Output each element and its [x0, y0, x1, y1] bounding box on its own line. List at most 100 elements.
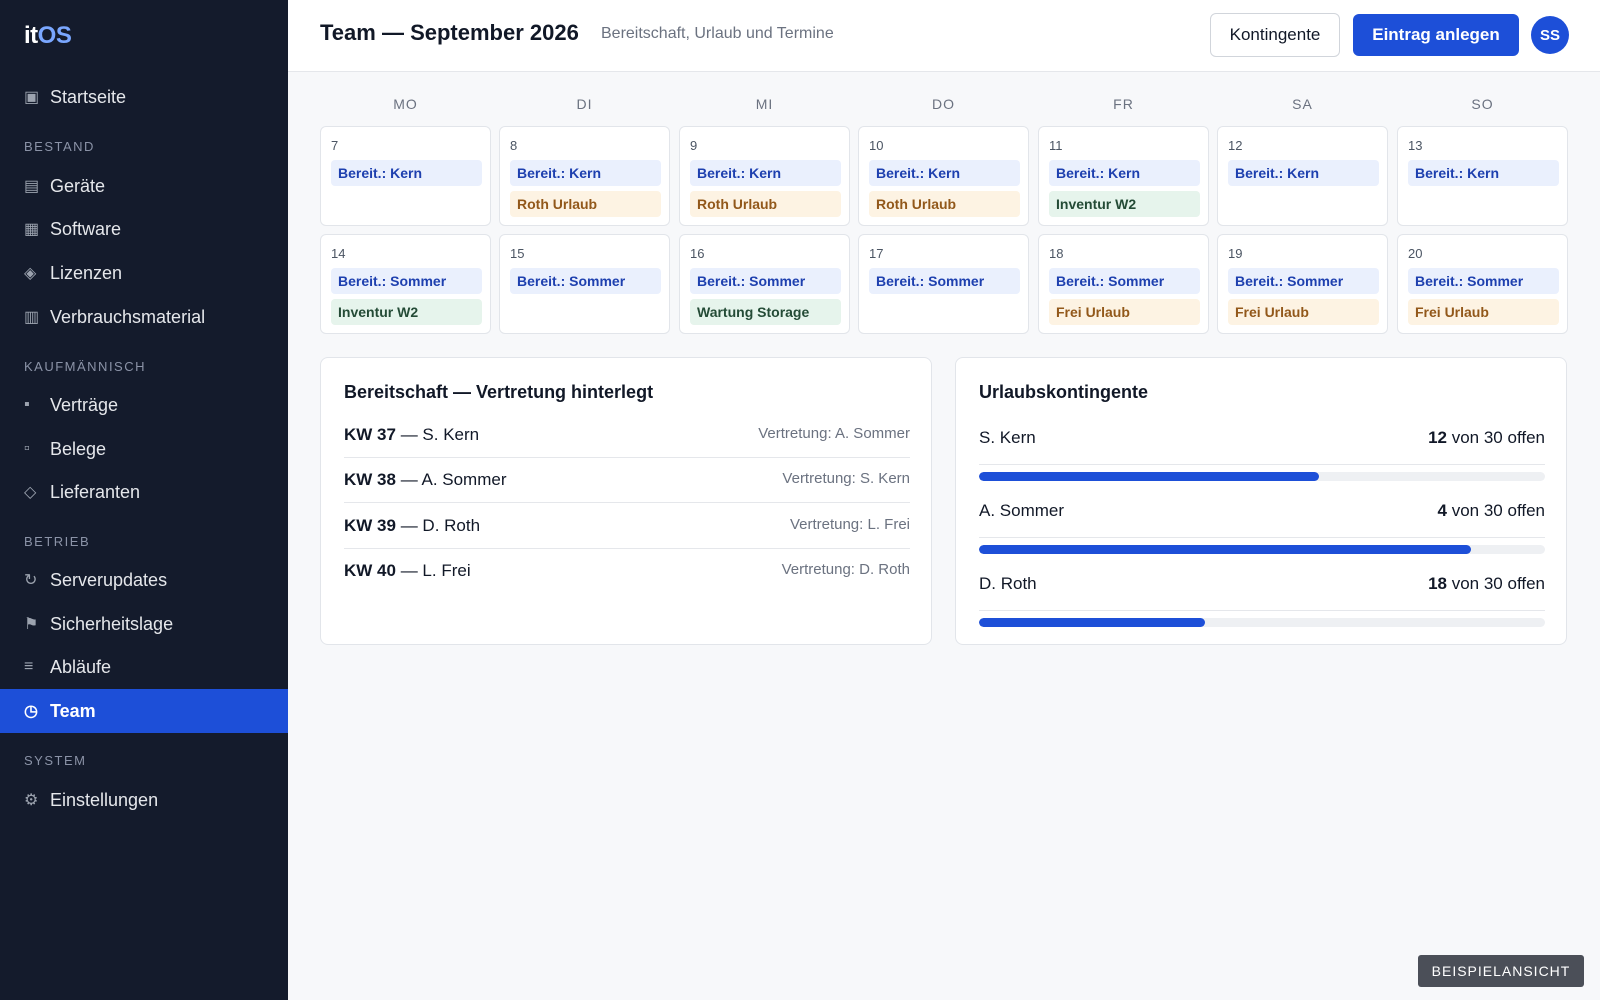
quota-progress-bar: [979, 618, 1545, 627]
calendar-day[interactable]: 18 Bereit.: Sommer Frei Urlaub: [1038, 234, 1209, 334]
calendar-event[interactable]: Inventur W2: [1049, 191, 1200, 217]
calendar-event[interactable]: Frei Urlaub: [1049, 299, 1200, 325]
supplier-icon: ◇: [24, 484, 37, 501]
oncall-replacement: Vertretung: A. Sommer: [758, 425, 910, 442]
sidebar-item-label: Verbrauchsmaterial: [50, 306, 206, 327]
day-number: 7: [331, 138, 339, 153]
calendar-event[interactable]: Bereit.: Kern: [1049, 160, 1200, 186]
oncall-week: KW 40 — L. Frei: [344, 561, 471, 580]
vacation-quota-card: Urlaubskontingente S. Kern 12 von 30 off…: [955, 357, 1567, 645]
calendar-event[interactable]: Bereit.: Sommer: [869, 268, 1020, 294]
oncall-replacement: Vertretung: L. Frei: [789, 516, 910, 533]
weekday-label: SA: [1292, 96, 1313, 112]
calendar-event[interactable]: Bereit.: Kern: [331, 160, 482, 186]
sidebar-item-geraete[interactable]: ▤ Geräte: [0, 164, 288, 208]
sidebar-item-sicherheitslage[interactable]: ⚑ Sicherheitslage: [0, 602, 288, 646]
clock-icon: ◷: [24, 703, 38, 720]
calendar-day[interactable]: 10 Bereit.: Kern Roth Urlaub: [858, 126, 1029, 226]
calendar-day[interactable]: 16 Bereit.: Sommer Wartung Storage: [679, 234, 850, 334]
sidebar-item-label: Serverupdates: [50, 569, 168, 590]
receipt-icon: ▫: [24, 440, 30, 457]
app-logo[interactable]: itOS: [24, 22, 72, 50]
calendar-day[interactable]: 14 Bereit.: Sommer Inventur W2: [320, 234, 491, 334]
calendar-event[interactable]: Bereit.: Kern: [869, 160, 1020, 186]
day-number: 10: [869, 138, 884, 153]
calendar-event[interactable]: Frei Urlaub: [1408, 299, 1559, 325]
sidebar: itOS ▣ Startseite BESTAND ▤ Geräte ▦ Sof…: [0, 0, 288, 1000]
sidebar-item-label: Lieferanten: [50, 481, 141, 502]
divider: [979, 464, 1545, 465]
sidebar-item-label: Einstellungen: [50, 789, 159, 810]
gear-icon: ⚙: [24, 792, 39, 809]
sidebar-item-lizenzen[interactable]: ◈ Lizenzen: [0, 251, 288, 295]
calendar-day[interactable]: 8 Bereit.: Kern Roth Urlaub: [499, 126, 670, 226]
calendar-day[interactable]: 20 Bereit.: Sommer Frei Urlaub: [1397, 234, 1568, 334]
sidebar-item-vertraege[interactable]: ▪ Verträge: [0, 383, 288, 427]
calendar-day[interactable]: 17 Bereit.: Sommer: [858, 234, 1029, 334]
sidebar-item-serverupdates[interactable]: ↻ Serverupdates: [0, 558, 288, 602]
calendar-event[interactable]: Bereit.: Sommer: [690, 268, 841, 294]
calendar-day[interactable]: 15 Bereit.: Sommer: [499, 234, 670, 334]
oncall-week: KW 39 — D. Roth: [344, 516, 481, 535]
calendar-day[interactable]: 12 Bereit.: Kern: [1217, 126, 1388, 226]
calendar-event[interactable]: Bereit.: Sommer: [1228, 268, 1379, 294]
calendar-event[interactable]: Wartung Storage: [690, 299, 841, 325]
calendar-event[interactable]: Bereit.: Sommer: [1408, 268, 1559, 294]
sidebar-item-einstellungen[interactable]: ⚙ Einstellungen: [0, 778, 288, 822]
section-label-betrieb: BETRIEB: [24, 534, 91, 549]
oncall-week: KW 38 — A. Sommer: [344, 470, 507, 489]
calendar-day[interactable]: 11 Bereit.: Kern Inventur W2: [1038, 126, 1209, 226]
sidebar-item-belege[interactable]: ▫ Belege: [0, 427, 288, 471]
sidebar-item-verbrauchsmaterial[interactable]: ▥ Verbrauchsmaterial: [0, 295, 288, 339]
calendar-event[interactable]: Roth Urlaub: [690, 191, 841, 217]
dashboard-icon: ▣: [24, 89, 40, 106]
quota-value: 18 von 30 offen: [1428, 574, 1545, 593]
sidebar-item-label: Lizenzen: [50, 262, 123, 283]
calendar-event[interactable]: Bereit.: Kern: [1408, 160, 1559, 186]
refresh-icon: ↻: [24, 572, 38, 589]
calendar-event[interactable]: Bereit.: Sommer: [331, 268, 482, 294]
weekday-label: SO: [1471, 96, 1494, 112]
calendar-event[interactable]: Roth Urlaub: [869, 191, 1020, 217]
day-number: 15: [510, 246, 525, 261]
weekday-label: DO: [932, 96, 955, 112]
calendar-event[interactable]: Frei Urlaub: [1228, 299, 1379, 325]
day-number: 8: [510, 138, 518, 153]
calendar-event[interactable]: Bereit.: Kern: [690, 160, 841, 186]
sidebar-item-startseite[interactable]: ▣ Startseite: [0, 75, 288, 119]
oncall-replacement: Vertretung: D. Roth: [781, 561, 910, 578]
oncall-row[interactable]: KW 39 — D. Roth Vertretung: L. Frei: [344, 504, 910, 549]
quota-button[interactable]: Kontingente: [1210, 13, 1340, 57]
weekday-label: DI: [576, 96, 593, 112]
calendar-day[interactable]: 7 Bereit.: Kern: [320, 126, 491, 226]
page-subtitle: Bereitschaft, Urlaub und Termine: [601, 25, 834, 42]
sidebar-item-software[interactable]: ▦ Software: [0, 207, 288, 251]
calendar-event[interactable]: Roth Urlaub: [510, 191, 661, 217]
quota-progress-fill: [979, 545, 1472, 554]
quota-value: 12 von 30 offen: [1428, 428, 1545, 447]
calendar-event[interactable]: Bereit.: Kern: [1228, 160, 1379, 186]
create-entry-button[interactable]: Eintrag anlegen: [1353, 14, 1519, 56]
oncall-row[interactable]: KW 38 — A. Sommer Vertretung: S. Kern: [344, 458, 910, 503]
sidebar-item-lieferanten[interactable]: ◇ Lieferanten: [0, 470, 288, 514]
quota-progress-fill: [979, 472, 1319, 481]
card-title: Urlaubskontingente: [979, 382, 1149, 402]
avatar[interactable]: SS: [1531, 16, 1569, 54]
calendar-day[interactable]: 13 Bereit.: Kern: [1397, 126, 1568, 226]
oncall-row[interactable]: KW 37 — S. Kern Vertretung: A. Sommer: [344, 413, 910, 458]
calendar-day[interactable]: 19 Bereit.: Sommer Frei Urlaub: [1217, 234, 1388, 334]
flag-icon: ⚑: [24, 616, 39, 633]
calendar-day[interactable]: 9 Bereit.: Kern Roth Urlaub: [679, 126, 850, 226]
calendar-event[interactable]: Bereit.: Sommer: [1049, 268, 1200, 294]
sidebar-item-ablaeufe[interactable]: ≡ Abläufe: [0, 645, 288, 689]
calendar-event[interactable]: Bereit.: Sommer: [510, 268, 661, 294]
oncall-row[interactable]: KW 40 — L. Frei Vertretung: D. Roth: [344, 549, 910, 594]
oncall-replacement: Vertretung: S. Kern: [782, 470, 910, 487]
divider: [979, 537, 1545, 538]
quota-name: A. Sommer: [979, 501, 1065, 520]
calendar-event[interactable]: Bereit.: Kern: [510, 160, 661, 186]
oncall-week: KW 37 — S. Kern: [344, 425, 480, 444]
sidebar-item-label: Abläufe: [50, 656, 112, 677]
calendar-event[interactable]: Inventur W2: [331, 299, 482, 325]
sidebar-item-team[interactable]: ◷ Team: [0, 689, 288, 733]
